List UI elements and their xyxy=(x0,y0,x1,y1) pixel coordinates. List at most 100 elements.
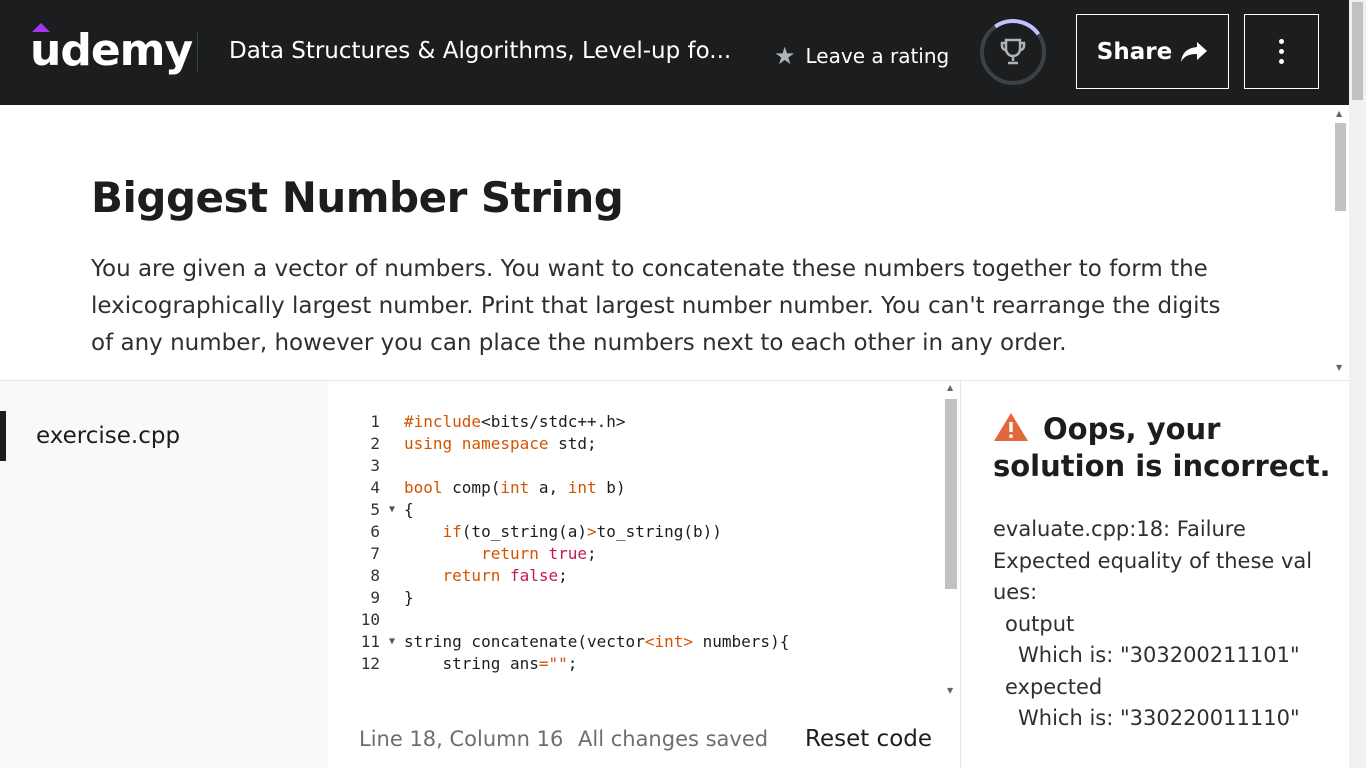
code-editor[interactable]: 1 #include<bits/stdc++.h> 2 using namespac… xyxy=(328,381,960,769)
code-token: > xyxy=(587,522,597,541)
code-token: int xyxy=(500,478,530,497)
course-title[interactable]: Data Structures & Algorithms, Level-up f… xyxy=(229,38,739,64)
code-line[interactable]: 11 ▼ string concatenate(vector<int> number… xyxy=(328,631,940,653)
code-token: using namespace xyxy=(404,434,549,453)
warning-icon xyxy=(994,413,1028,441)
coding-exercise-area: exercise.cpp 1 #include<bits/stdc++.h> 2 u… xyxy=(0,380,1349,769)
editor-scrollbar[interactable]: ▲ ▼ xyxy=(942,381,960,701)
progress-ring xyxy=(974,13,1052,91)
result-panel: Oops, your solution is incorrect. evalua… xyxy=(960,381,1349,769)
code-text: return true; xyxy=(404,543,597,565)
more-options-button[interactable] xyxy=(1244,14,1319,89)
code-token: <bits/stdc++.h> xyxy=(481,412,626,431)
scroll-down-icon[interactable]: ▼ xyxy=(947,686,953,695)
code-token: to_string(b)) xyxy=(596,522,722,541)
code-lines[interactable]: 1 #include<bits/stdc++.h> 2 using namespac… xyxy=(328,411,940,675)
code-line[interactable]: 8 return false; xyxy=(328,565,940,587)
equality-line: Expected equality of these values: xyxy=(993,548,1313,605)
line-number: 10 xyxy=(360,610,380,629)
code-token: (to_string(a) xyxy=(461,522,588,541)
line-number: 3 xyxy=(370,456,380,475)
scroll-up-icon[interactable]: ▲ xyxy=(947,383,953,392)
result-heading: Oops, your solution is incorrect. xyxy=(993,411,1338,485)
code-text: if(to_string(a)>to_string(b)) xyxy=(404,521,722,543)
code-text: return false; xyxy=(404,565,568,587)
code-token: b) xyxy=(596,478,626,497)
code-token: string ans xyxy=(404,654,539,673)
fold-toggle xyxy=(380,565,404,587)
code-text: #include<bits/stdc++.h> xyxy=(404,411,626,433)
question-panel: Biggest Number String You are given a ve… xyxy=(0,105,1349,380)
page-scrollbar[interactable] xyxy=(1349,0,1366,768)
fold-toggle xyxy=(380,411,404,433)
code-line[interactable]: 7 return true; xyxy=(328,543,940,565)
code-line[interactable]: 6 if(to_string(a)>to_string(b)) xyxy=(328,521,940,543)
scroll-thumb[interactable] xyxy=(1335,123,1346,211)
code-token: comp( xyxy=(442,478,501,497)
fold-toggle xyxy=(380,543,404,565)
leave-rating-button[interactable]: ★ Leave a rating xyxy=(774,44,949,68)
line-number: 12 xyxy=(360,654,380,673)
code-token: #include xyxy=(404,412,482,431)
share-arrow-icon xyxy=(1181,41,1208,62)
cursor-position: Line 18, Column 16 xyxy=(359,727,564,751)
reset-code-button[interactable]: Reset code xyxy=(805,726,932,752)
code-line[interactable]: 1 #include<bits/stdc++.h> xyxy=(328,411,940,433)
code-line[interactable]: 12 string ans=""; xyxy=(328,653,940,675)
share-button[interactable]: Share xyxy=(1076,14,1229,89)
question-description: You are given a vector of numbers. You w… xyxy=(91,256,1221,356)
code-text: using namespace std; xyxy=(404,433,597,455)
code-token: std; xyxy=(548,434,597,453)
code-text: { xyxy=(404,500,414,519)
result-output: evaluate.cpp:18: Failure Expected equali… xyxy=(993,514,1323,735)
expected-value: Which is: "330220011110" xyxy=(1018,706,1300,730)
code-token: ="" xyxy=(538,654,568,673)
progress-trophy-button[interactable] xyxy=(974,13,1052,91)
top-navigation-bar: udemy Data Structures & Algorithms, Leve… xyxy=(0,0,1366,105)
fold-toggle xyxy=(380,609,404,631)
code-token: return xyxy=(481,544,539,563)
code-token: false xyxy=(509,566,559,585)
code-token: true xyxy=(548,544,588,563)
fold-toggle xyxy=(380,521,404,543)
code-token: ; xyxy=(558,566,568,585)
scroll-up-icon[interactable]: ▲ xyxy=(1336,109,1342,118)
scroll-down-icon[interactable]: ▼ xyxy=(1336,363,1342,372)
line-number: 9 xyxy=(370,588,380,607)
fold-toggle xyxy=(380,653,404,675)
star-icon: ★ xyxy=(774,42,796,70)
code-line[interactable]: 9} xyxy=(328,587,940,609)
save-status: All changes saved xyxy=(578,727,769,751)
scroll-thumb[interactable] xyxy=(945,399,957,589)
failure-line: evaluate.cpp:18: Failure xyxy=(993,517,1246,541)
editor-status-bar: Line 18, Column 16 All changes saved Res… xyxy=(328,719,960,759)
page-scroll-thumb[interactable] xyxy=(1352,2,1363,100)
code-line[interactable]: 4 bool comp(int a, int b) xyxy=(328,477,940,499)
code-line[interactable]: 5 ▼{ xyxy=(328,499,940,521)
line-number: 7 xyxy=(370,544,380,563)
udemy-logo[interactable]: udemy xyxy=(30,23,193,76)
fold-toggle[interactable]: ▼ xyxy=(380,499,404,521)
output-value: Which is: "303200211101" xyxy=(1018,643,1300,667)
result-title-text: Oops, your solution is incorrect. xyxy=(993,412,1331,483)
code-line[interactable]: 2 using namespace std; xyxy=(328,433,940,455)
fold-toggle[interactable]: ▼ xyxy=(380,631,404,653)
code-line[interactable]: 3 xyxy=(328,455,940,477)
logo-hat-icon xyxy=(32,23,50,32)
leave-rating-label: Leave a rating xyxy=(805,44,950,68)
fold-toggle xyxy=(380,433,404,455)
file-tab-exercise-cpp[interactable]: exercise.cpp xyxy=(0,411,328,461)
code-text: string concatenate(vector<int> numbers){ xyxy=(404,631,789,653)
code-token: <int> xyxy=(644,632,693,651)
question-title: Biggest Number String xyxy=(91,173,624,222)
fold-toggle xyxy=(380,587,404,609)
question-scrollbar[interactable]: ▲ ▼ xyxy=(1332,105,1349,380)
code-line[interactable]: 10 xyxy=(328,609,940,631)
code-token: return xyxy=(442,566,501,585)
file-tab-label: exercise.cpp xyxy=(36,423,181,449)
